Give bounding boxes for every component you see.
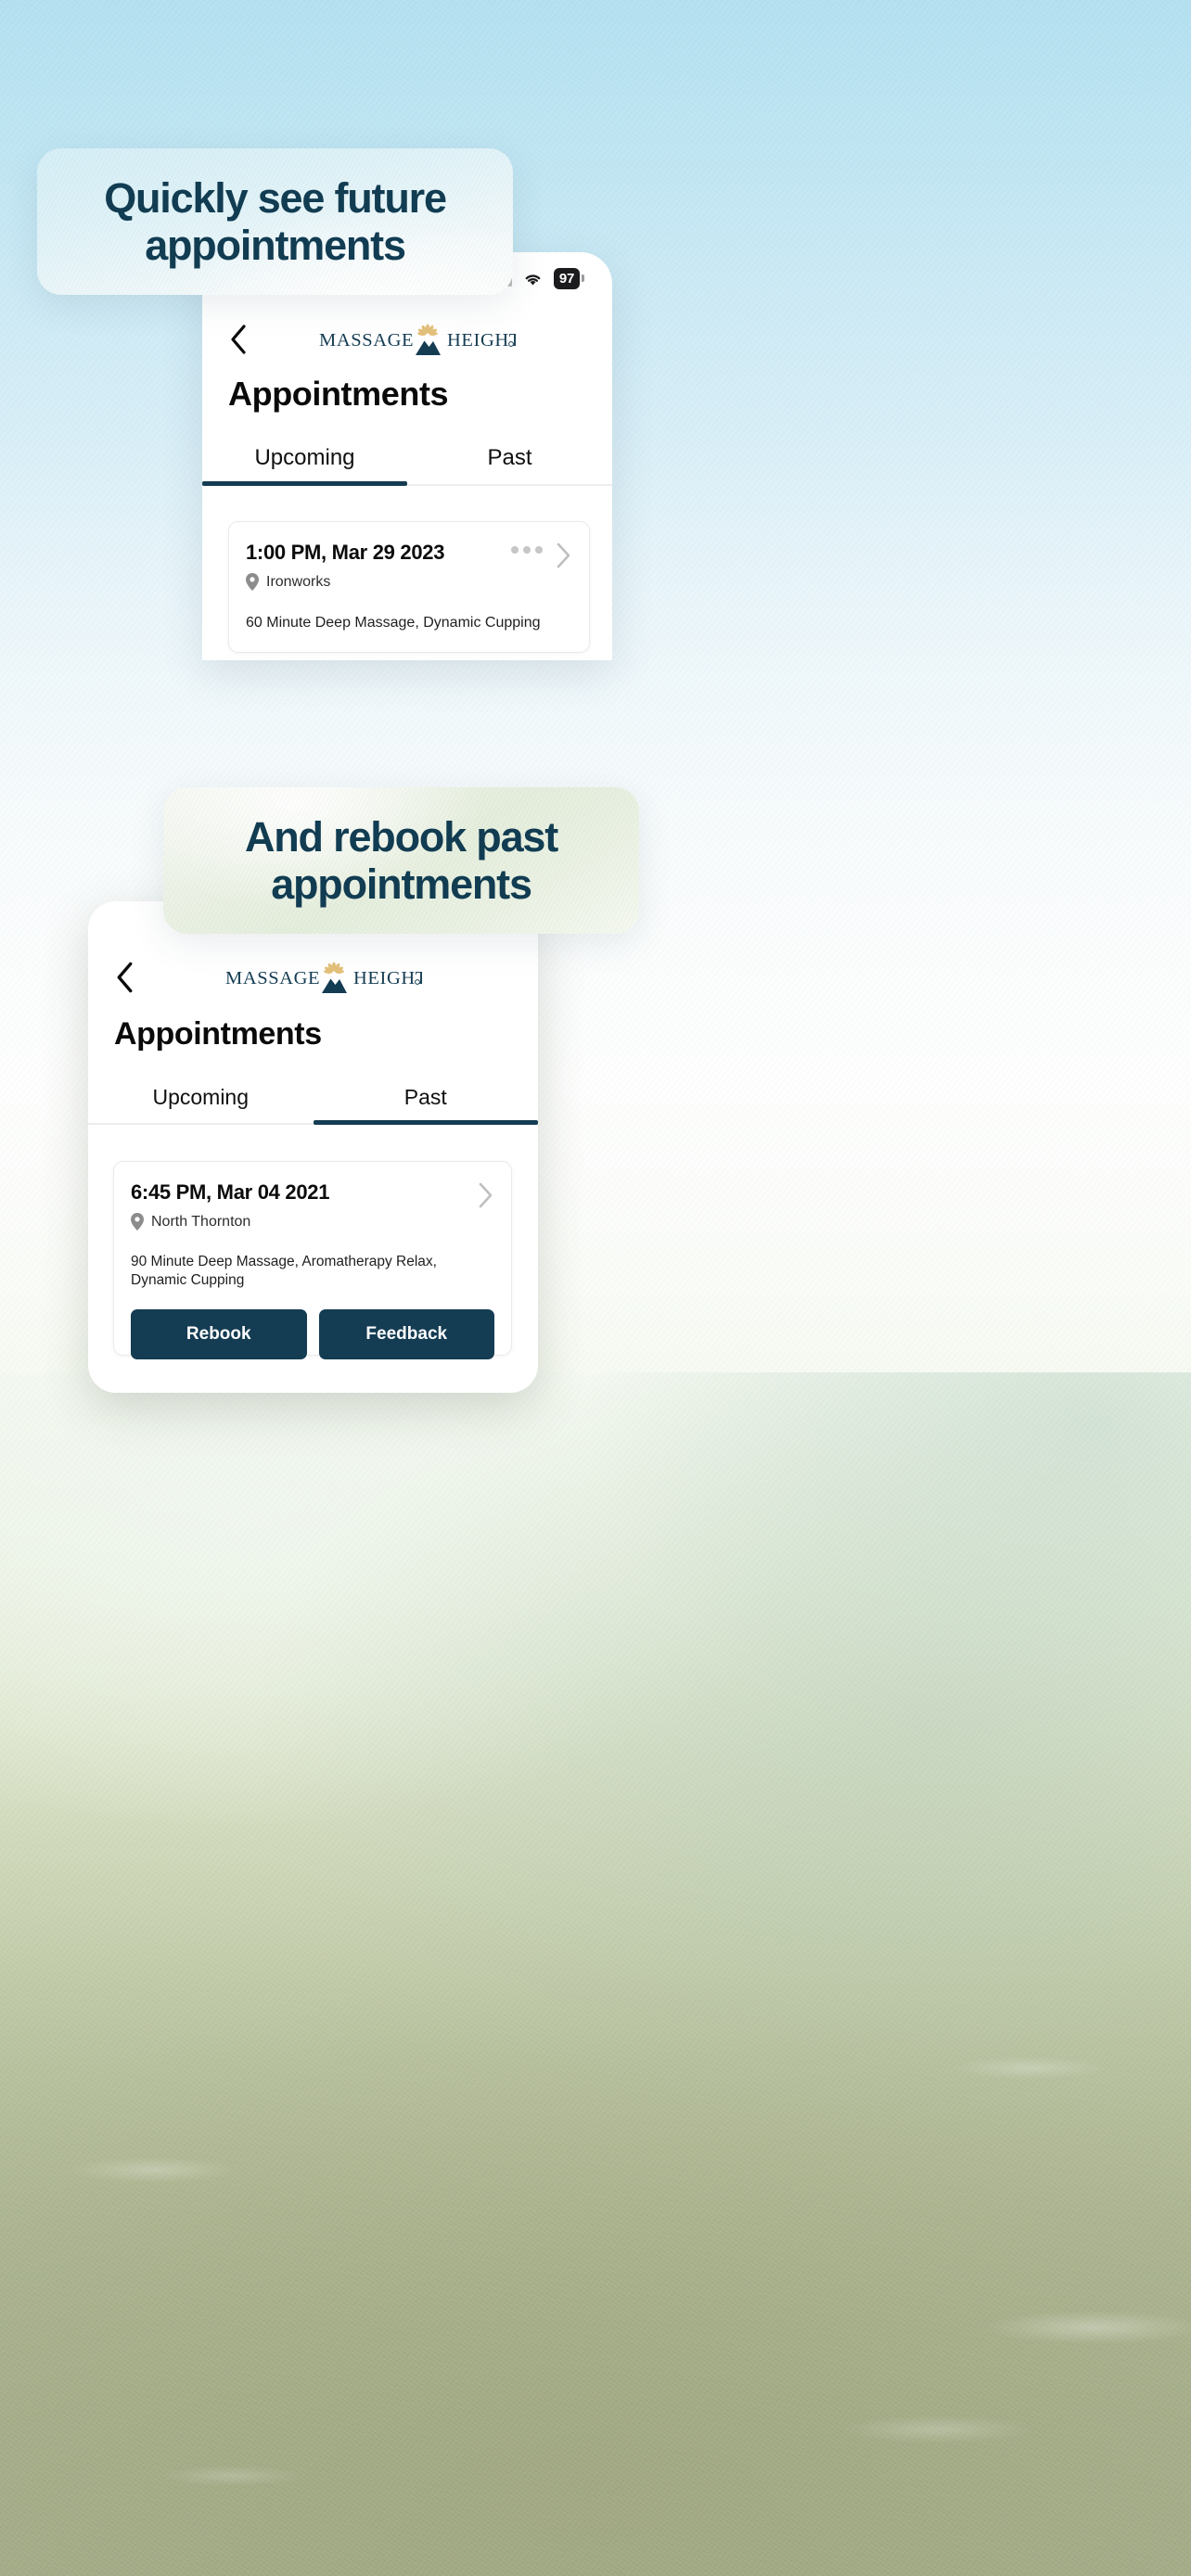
appointment-location-label: Ironworks xyxy=(266,573,331,590)
chevron-left-icon[interactable] xyxy=(228,324,249,355)
tab-upcoming-label: Upcoming xyxy=(254,445,355,470)
massage-heights-logo: MASSAGE HEIGHTS xyxy=(249,321,586,358)
appointment-datetime: 1:00 PM, Mar 29 2023 xyxy=(246,541,445,564)
appointment-datetime: 6:45 PM, Mar 04 2021 xyxy=(131,1180,330,1204)
appointment-services: 60 Minute Deep Massage, Dynamic Cupping xyxy=(246,615,541,631)
tab-past[interactable]: Past xyxy=(313,1085,538,1125)
app-header: MASSAGE HEIGHTS xyxy=(202,312,612,367)
battery-percent-label: 97 xyxy=(553,267,580,289)
tab-upcoming[interactable]: Upcoming xyxy=(202,445,407,486)
callout-banner-past: And rebook past appointments xyxy=(163,787,639,934)
svg-text:HEIGHTS: HEIGHTS xyxy=(353,968,422,988)
chevron-left-icon[interactable] xyxy=(114,961,135,994)
appointment-card[interactable]: 6:45 PM, Mar 04 2021 North Thornton 90 M… xyxy=(113,1161,512,1359)
svg-text:MASSAGE: MASSAGE xyxy=(225,968,320,988)
overflow-menu-icon[interactable] xyxy=(511,546,543,554)
rebook-button[interactable]: Rebook xyxy=(131,1308,307,1359)
appointment-card[interactable]: 1:00 PM, Mar 29 2023 Ironworks 60 Minute… xyxy=(228,521,590,653)
page-title: Appointments xyxy=(228,375,449,413)
tab-active-indicator xyxy=(202,481,407,486)
appointments-tabs: Upcoming Past xyxy=(88,1085,538,1125)
tab-inactive-indicator xyxy=(407,481,612,486)
callout-line-1: And rebook past xyxy=(244,812,558,861)
tab-past-label: Past xyxy=(403,1085,447,1109)
tab-past-label: Past xyxy=(487,445,532,470)
background-shoreline-streaks xyxy=(0,1836,1191,2576)
phone-mockup-past: MASSAGE HEIGHTS Appo xyxy=(88,901,538,1393)
appointment-services: 90 Minute Deep Massage, Aromatherapy Rel… xyxy=(131,1254,437,1289)
feedback-button[interactable]: Feedback xyxy=(318,1308,494,1359)
tab-upcoming-label: Upcoming xyxy=(152,1085,250,1109)
phone-mockup-upcoming: 97 MASSAGE HEIGHT Appointments Upcoming … xyxy=(202,252,612,660)
page-title: Appointments xyxy=(114,1016,322,1052)
battery-cap xyxy=(582,274,584,282)
callout-heading: And rebook past appointments xyxy=(223,813,580,909)
chevron-right-icon[interactable] xyxy=(478,1181,494,1209)
location-pin-icon xyxy=(246,573,259,591)
app-header: MASSAGE HEIGHTS xyxy=(88,950,538,1005)
wifi-icon xyxy=(525,274,541,285)
appointments-tabs: Upcoming Past xyxy=(202,445,612,486)
appointment-card-header: 1:00 PM, Mar 29 2023 xyxy=(246,541,572,569)
chevron-right-icon[interactable] xyxy=(556,542,572,569)
appointment-actions: Rebook Feedback xyxy=(131,1308,494,1359)
callout-line-2: appointments xyxy=(271,861,532,908)
massage-heights-logo: MASSAGE HEIGHTS xyxy=(135,959,512,996)
appointment-card-header: 6:45 PM, Mar 04 2021 xyxy=(131,1180,494,1209)
battery-indicator: 97 xyxy=(553,267,584,289)
appointment-location: Ironworks xyxy=(246,573,572,591)
tab-upcoming[interactable]: Upcoming xyxy=(88,1085,314,1123)
tab-active-indicator xyxy=(313,1120,538,1125)
callout-line-1: Quickly see future xyxy=(104,173,447,222)
tab-past[interactable]: Past xyxy=(407,445,612,484)
tab-inactive-indicator xyxy=(88,1120,314,1125)
callout-heading: Quickly see future appointments xyxy=(82,174,468,270)
svg-text:HEIGHTS: HEIGHTS xyxy=(447,330,516,351)
appointment-location: North Thornton xyxy=(131,1213,494,1231)
svg-text:MASSAGE: MASSAGE xyxy=(319,330,414,351)
callout-banner-upcoming: Quickly see future appointments xyxy=(37,148,513,295)
callout-line-2: appointments xyxy=(145,222,406,269)
location-pin-icon xyxy=(131,1213,144,1231)
appointment-location-label: North Thornton xyxy=(151,1213,251,1230)
